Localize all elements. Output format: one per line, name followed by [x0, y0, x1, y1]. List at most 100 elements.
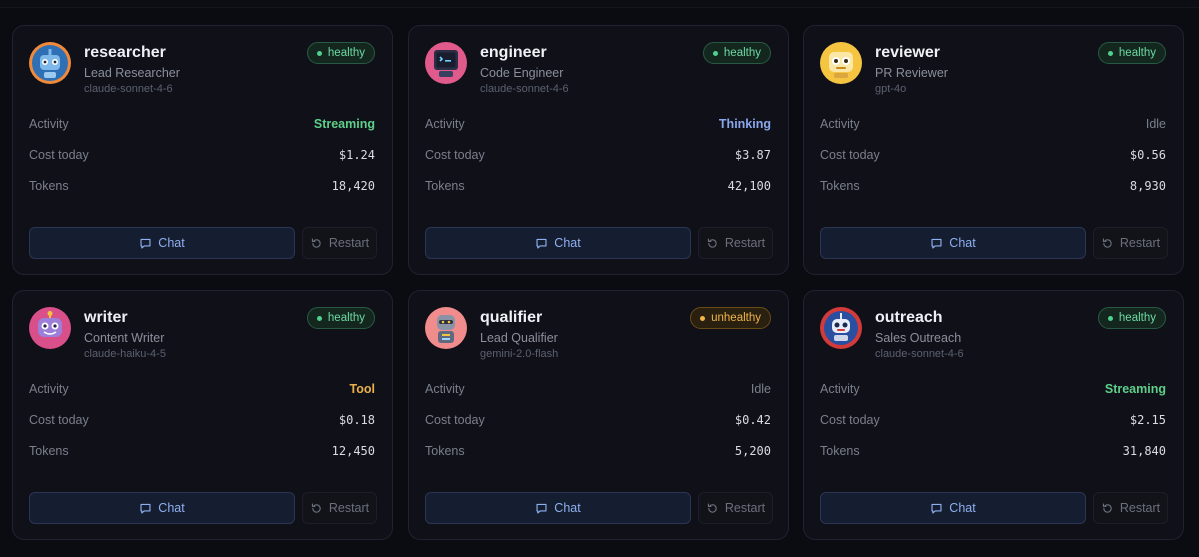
- restart-button[interactable]: Restart: [302, 492, 377, 524]
- agent-role: Content Writer: [84, 331, 165, 345]
- chat-bubble-icon: [139, 502, 152, 515]
- cost-row: Cost today $0.42: [425, 411, 771, 429]
- agent-model: claude-sonnet-4-6: [480, 83, 569, 95]
- agent-card-researcher: researcher Lead Researcher claude-sonnet…: [12, 25, 393, 275]
- agent-name: reviewer: [875, 44, 940, 61]
- chat-button[interactable]: Chat: [820, 492, 1086, 524]
- status-label: healthy: [723, 47, 761, 59]
- cost-label: Cost today: [425, 413, 485, 427]
- restart-icon: [706, 502, 719, 515]
- agent-role: Code Engineer: [480, 66, 564, 80]
- cost-row: Cost today $1.24: [29, 146, 375, 164]
- cost-row: Cost today $0.56: [820, 146, 1166, 164]
- restart-button[interactable]: Restart: [302, 227, 377, 259]
- activity-label: Activity: [29, 382, 69, 396]
- cost-label: Cost today: [425, 148, 485, 162]
- restart-icon: [310, 237, 323, 250]
- activity-value: Thinking: [718, 117, 771, 131]
- tokens-label: Tokens: [820, 179, 860, 193]
- robot-avatar-purple-icon: [29, 307, 71, 349]
- agent-model: gemini-2.0-flash: [480, 348, 559, 360]
- chat-bubble-icon: [535, 502, 548, 515]
- activity-label: Activity: [820, 117, 860, 131]
- robot-avatar-pink-icon: [425, 307, 467, 349]
- status-label: healthy: [1118, 47, 1156, 59]
- status-badge: unhealthy: [690, 307, 771, 329]
- tokens-row: Tokens 42,100: [425, 177, 771, 195]
- activity-row: Activity Idle: [820, 115, 1166, 133]
- restart-button-label: Restart: [1119, 236, 1161, 250]
- chat-button[interactable]: Chat: [29, 227, 295, 259]
- activity-value: Idle: [750, 382, 771, 396]
- agent-card-outreach: outreach Sales Outreach claude-sonnet-4-…: [803, 290, 1184, 540]
- cost-value: $0.18: [338, 413, 375, 427]
- restart-button-label: Restart: [1119, 501, 1161, 515]
- cost-label: Cost today: [29, 413, 89, 427]
- activity-row: Activity Streaming: [29, 115, 375, 133]
- tokens-label: Tokens: [29, 444, 69, 458]
- agent-card-engineer: engineer Code Engineer claude-sonnet-4-6…: [408, 25, 789, 275]
- status-label: healthy: [1118, 312, 1156, 324]
- cost-value: $1.24: [338, 148, 375, 162]
- cost-label: Cost today: [820, 413, 880, 427]
- tokens-value: 42,100: [727, 179, 771, 193]
- tokens-value: 31,840: [1122, 444, 1166, 458]
- chat-button-label: Chat: [158, 236, 185, 250]
- activity-value: Streaming: [313, 117, 375, 131]
- cost-value: $3.87: [734, 148, 771, 162]
- chat-button-label: Chat: [554, 501, 581, 515]
- tokens-row: Tokens 31,840: [820, 442, 1166, 460]
- status-dot-icon: [712, 50, 718, 56]
- restart-icon: [1101, 237, 1114, 250]
- agent-role: Lead Researcher: [84, 66, 180, 80]
- restart-button-label: Restart: [328, 236, 370, 250]
- agent-model: gpt-4o: [875, 83, 907, 95]
- tokens-row: Tokens 8,930: [820, 177, 1166, 195]
- chat-button-label: Chat: [949, 236, 976, 250]
- activity-row: Activity Idle: [425, 380, 771, 398]
- agent-name: qualifier: [480, 309, 543, 326]
- agent-role: Sales Outreach: [875, 331, 962, 345]
- restart-button[interactable]: Restart: [1093, 492, 1168, 524]
- chat-button[interactable]: Chat: [820, 227, 1086, 259]
- status-dot-icon: [700, 315, 706, 321]
- cost-value: $0.56: [1129, 148, 1166, 162]
- restart-button-label: Restart: [724, 501, 766, 515]
- agent-card-qualifier: qualifier Lead Qualifier gemini-2.0-flas…: [408, 290, 789, 540]
- cost-row: Cost today $2.15: [820, 411, 1166, 429]
- agent-name: engineer: [480, 44, 547, 61]
- activity-value: Idle: [1145, 117, 1166, 131]
- tokens-label: Tokens: [29, 179, 69, 193]
- activity-label: Activity: [425, 382, 465, 396]
- chat-button-label: Chat: [158, 501, 185, 515]
- chat-bubble-icon: [139, 237, 152, 250]
- activity-label: Activity: [29, 117, 69, 131]
- tokens-row: Tokens 12,450: [29, 442, 375, 460]
- status-dot-icon: [316, 315, 322, 321]
- status-label: healthy: [327, 312, 365, 324]
- chat-button[interactable]: Chat: [29, 492, 295, 524]
- cost-row: Cost today $3.87: [425, 146, 771, 164]
- restart-button-label: Restart: [724, 236, 766, 250]
- agent-model: claude-sonnet-4-6: [84, 83, 173, 95]
- chat-button-label: Chat: [949, 501, 976, 515]
- chat-button[interactable]: Chat: [425, 227, 691, 259]
- agent-name: researcher: [84, 44, 166, 61]
- tokens-row: Tokens 5,200: [425, 442, 771, 460]
- restart-icon: [706, 237, 719, 250]
- restart-button[interactable]: Restart: [698, 227, 773, 259]
- tokens-value: 18,420: [331, 179, 375, 193]
- robot-avatar-yellow-icon: [820, 42, 862, 84]
- restart-button[interactable]: Restart: [698, 492, 773, 524]
- tokens-value: 8,930: [1129, 179, 1166, 193]
- agent-model: claude-sonnet-4-6: [875, 348, 964, 360]
- tokens-value: 5,200: [734, 444, 771, 458]
- agent-model: claude-haiku-4-5: [84, 348, 166, 360]
- status-label: unhealthy: [711, 312, 761, 324]
- status-dot-icon: [316, 50, 322, 56]
- tokens-value: 12,450: [331, 444, 375, 458]
- restart-button[interactable]: Restart: [1093, 227, 1168, 259]
- cost-row: Cost today $0.18: [29, 411, 375, 429]
- agent-role: Lead Qualifier: [480, 331, 558, 345]
- chat-button[interactable]: Chat: [425, 492, 691, 524]
